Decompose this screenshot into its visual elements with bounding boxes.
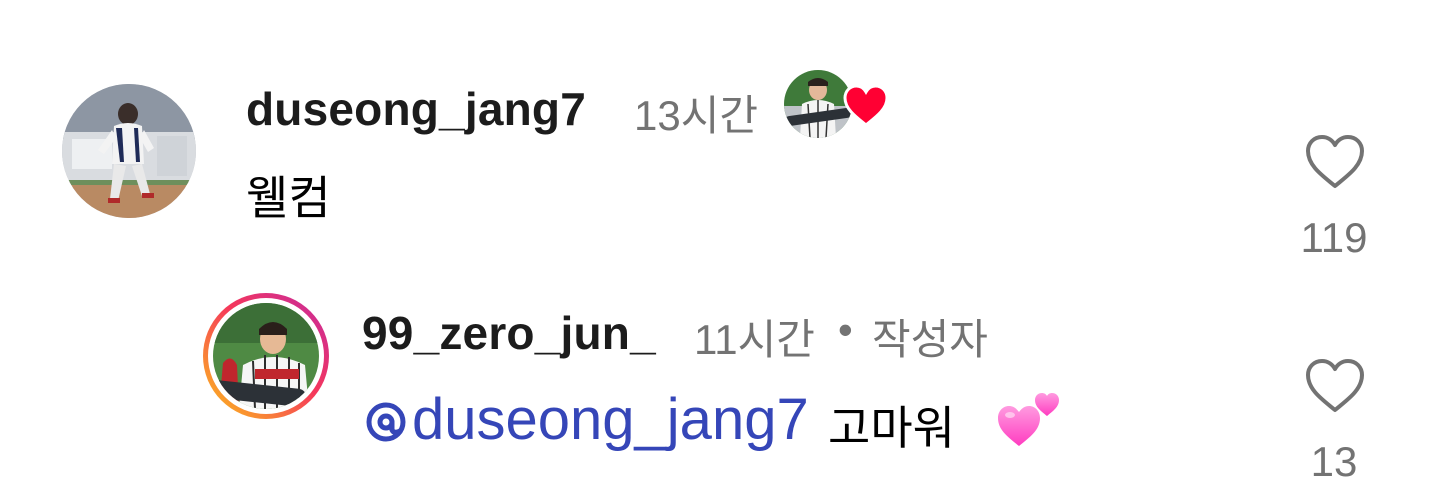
heart-outline-icon[interactable] bbox=[1304, 358, 1366, 414]
comment-username[interactable]: duseong_jang7 bbox=[246, 82, 586, 136]
meta-separator: • bbox=[838, 306, 853, 353]
mention-link[interactable]: duseong_jang7 bbox=[412, 388, 809, 452]
comment-like-count: 119 bbox=[1300, 214, 1368, 261]
reply-timestamp: 11시간 bbox=[694, 316, 815, 363]
threads-at-icon bbox=[366, 402, 406, 442]
commenter-avatar[interactable] bbox=[62, 84, 196, 218]
story-ring[interactable] bbox=[203, 293, 329, 419]
heart-outline-icon[interactable] bbox=[1304, 134, 1366, 190]
reply-like-count: 13 bbox=[1310, 438, 1358, 485]
author-tag: 작성자 bbox=[872, 316, 988, 363]
reply-author-avatar[interactable] bbox=[213, 303, 319, 409]
reply-username[interactable]: 99_zero_jun_ bbox=[362, 306, 656, 360]
comment-timestamp: 13시간 bbox=[634, 92, 758, 139]
two-hearts-emoji bbox=[998, 393, 1059, 446]
reply-text: 고마워 bbox=[828, 402, 955, 454]
creator-liked-badge bbox=[784, 70, 894, 140]
comment-text: 웰컴 bbox=[246, 172, 331, 224]
red-heart-icon bbox=[843, 84, 889, 127]
